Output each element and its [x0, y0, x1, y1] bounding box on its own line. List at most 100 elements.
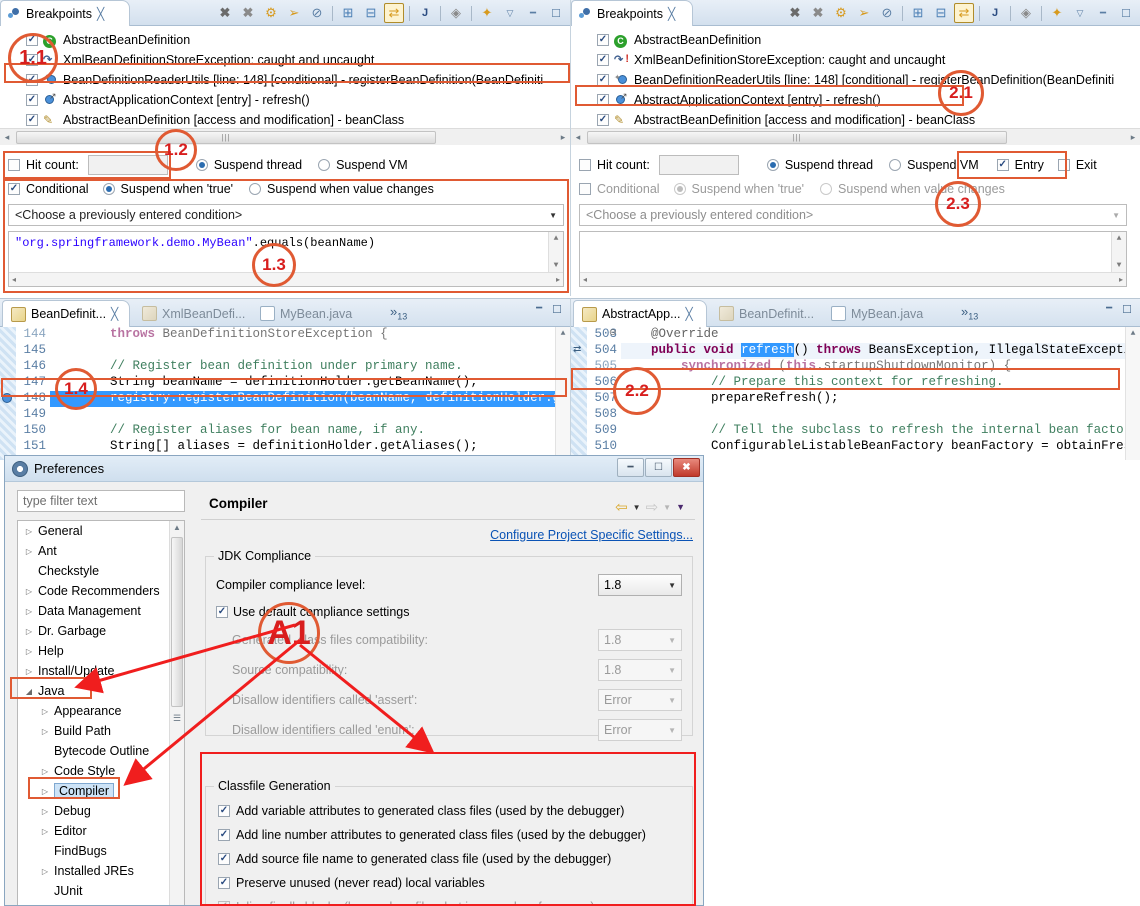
minimize-icon[interactable]: ━ [1106, 303, 1112, 316]
chevron-right-icon[interactable]: ▷ [24, 527, 34, 536]
breakpoint-list-left[interactable]: CAbstractBeanDefinition↷!XmlBeanDefiniti… [0, 26, 570, 130]
back-menu-chevron-down-icon[interactable]: ▼ [633, 503, 641, 512]
preferences-tree-item-compiler[interactable]: ▷ Compiler [18, 781, 168, 801]
preferences-tree-item-code-recommenders[interactable]: ▷ Code Recommenders [18, 581, 168, 601]
scroll-left-arrow[interactable]: ◂ [583, 275, 587, 285]
tab-beandefinitionreaderutils[interactable]: BeanDefinit... ╳ [2, 300, 130, 327]
chevron-down-icon[interactable]: ◢ [24, 687, 34, 696]
suspend-vm-radio[interactable] [889, 159, 902, 171]
code-line[interactable]: // Register aliases for bean name, if an… [50, 423, 570, 439]
hit-count-checkbox[interactable] [579, 159, 591, 171]
chevron-right-icon[interactable]: ▷ [24, 587, 34, 596]
breakpoint-row[interactable]: ↗ AbstractApplicationContext [entry] - re… [0, 90, 570, 110]
condition-hscrollbar[interactable]: ◂ ▸ [580, 272, 1126, 286]
preferences-tree-item-findbugs[interactable]: FindBugs [18, 841, 168, 861]
use-default-compliance-checkbox[interactable] [216, 606, 228, 618]
preferences-tree-nodes[interactable]: ▷ General ▷ Ant Checkstyle ▷ Code Recommenders… [18, 521, 168, 905]
go-to-file-icon[interactable]: ➢ [284, 3, 304, 23]
breakpoint-enabled-checkbox[interactable] [597, 114, 609, 126]
chevron-right-icon[interactable]: ▷ [40, 767, 50, 776]
breakpoint-enabled-checkbox[interactable] [597, 34, 609, 46]
conditional-checkbox[interactable] [8, 183, 20, 195]
minimize-view-icon[interactable]: ━ [523, 3, 543, 23]
chevron-right-icon[interactable]: ▷ [40, 727, 50, 736]
tab-mybean-java[interactable]: MyBean.java [252, 300, 360, 327]
configure-project-specific-settings-link[interactable]: Configure Project Specific Settings... [490, 528, 693, 542]
chevron-right-icon[interactable]: ▷ [40, 807, 50, 816]
collapse-all-icon[interactable]: ⊟ [931, 3, 951, 23]
editor-right-vscrollbar[interactable]: ▲ [1125, 327, 1140, 460]
breakpoint-list-right[interactable]: C AbstractBeanDefinition ↷! XmlBeanDefiniti… [571, 26, 1140, 130]
preferences-tree-item-help[interactable]: ▷ Help [18, 641, 168, 661]
breakpoint-working-sets-icon[interactable]: ✦ [477, 3, 497, 23]
chevron-right-icon[interactable]: ▷ [40, 787, 50, 796]
chevron-right-icon[interactable]: ▷ [24, 547, 34, 556]
preferences-tree-item-bytecode-outline[interactable]: Bytecode Outline [18, 741, 168, 761]
preferences-tree-item-build-path[interactable]: ▷ Build Path [18, 721, 168, 741]
scroll-up-arrow[interactable]: ▲ [170, 521, 184, 532]
working-sets-icon[interactable]: ◈ [446, 3, 466, 23]
code-line[interactable] [50, 343, 570, 359]
classfile-option-row[interactable]: Add line number attributes to generated … [218, 823, 686, 847]
minimize-button[interactable]: ━ [617, 458, 644, 477]
remove-all-breakpoints-icon[interactable]: ✖ [808, 3, 828, 23]
add-java-exception-breakpoint-icon[interactable]: J [985, 3, 1005, 23]
scroll-left-arrow[interactable]: ◂ [12, 275, 16, 285]
breakpoint-list-hscrollbar-left[interactable]: ◂ ||| ▸ [0, 128, 570, 145]
minimize-icon[interactable]: ━ [536, 303, 542, 316]
suspend-vm-radio[interactable] [318, 159, 331, 171]
breakpoint-list-hscrollbar-right[interactable]: ◂ ||| ▸ [571, 128, 1140, 145]
preferences-tree-item-properties-files-e[interactable]: Properties Files E [18, 901, 168, 905]
preferences-tree-item-dr-garbage[interactable]: ▷ Dr. Garbage [18, 621, 168, 641]
scroll-down-arrow[interactable]: ▼ [554, 261, 559, 270]
compliance-level-combo[interactable]: 1.8 ▼ [598, 574, 682, 596]
classfile-option-row[interactable]: Inline finally blocks (larger class file… [218, 895, 686, 906]
minimize-view-icon[interactable]: ━ [1093, 3, 1113, 23]
classfile-option-checkbox[interactable] [218, 877, 230, 889]
preferences-tree-vscrollbar[interactable]: ▲ ☰ [169, 521, 184, 905]
remove-breakpoint-icon[interactable]: ✖ [215, 3, 235, 23]
scroll-up-arrow[interactable]: ▲ [1126, 327, 1140, 338]
chevron-right-icon[interactable]: ▷ [40, 707, 50, 716]
tab-beandefinit[interactable]: BeanDefinit... [711, 300, 822, 327]
line-breakpoint-marker[interactable] [2, 393, 12, 403]
chevron-right-icon[interactable]: ▷ [24, 647, 34, 656]
scroll-up-arrow[interactable]: ▲ [1117, 234, 1122, 243]
preferences-tree-item-editor[interactable]: ▷ Editor [18, 821, 168, 841]
code-line[interactable]: throws BeanDefinitionStoreException { [50, 327, 570, 343]
breakpoint-row[interactable]: ✎ AbstractBeanDefinition [access and modi… [0, 110, 570, 130]
breakpoint-row[interactable]: ✦ BeanDefinitionReaderUtils [line: 148] [… [571, 70, 1140, 90]
tab-mybean-java[interactable]: MyBean.java [823, 300, 931, 327]
preferences-tree-item-java[interactable]: ◢ Java [18, 681, 168, 701]
breakpoint-enabled-checkbox[interactable] [597, 54, 609, 66]
breakpoint-row[interactable]: ↷! XmlBeanDefinitionStoreException: caugh… [571, 50, 1140, 70]
filter-input[interactable]: type filter text [17, 490, 185, 512]
preferences-tree-item-ant[interactable]: ▷ Ant [18, 541, 168, 561]
tree-scroll-thumb[interactable] [171, 537, 183, 707]
code-line[interactable]: String[] aliases = definitionHolder.getA… [50, 439, 570, 455]
link-with-debug-view-icon[interactable]: ⇄ [384, 3, 404, 23]
preferences-tree-item-data-management[interactable]: ▷ Data Management [18, 601, 168, 621]
classfile-option-checkbox[interactable] [218, 853, 230, 865]
preferences-tree-item-debug[interactable]: ▷ Debug [18, 801, 168, 821]
exit-checkbox[interactable] [1057, 159, 1070, 171]
scroll-right-arrow[interactable]: ▸ [1126, 132, 1140, 143]
code-line[interactable]: @Override [621, 327, 1140, 343]
classfile-option-row[interactable]: Add variable attributes to generated cla… [218, 799, 686, 823]
breakpoint-enabled-checkbox[interactable] [597, 94, 609, 106]
editor-left-vscrollbar[interactable]: ▲ [555, 327, 570, 460]
go-to-file-icon[interactable]: ➢ [854, 3, 874, 23]
code-line[interactable]: // Register bean definition under primar… [50, 359, 570, 375]
maximize-view-icon[interactable]: ☐ [1116, 3, 1136, 23]
expand-all-icon[interactable]: ⊞ [908, 3, 928, 23]
remove-breakpoint-icon[interactable]: ✖ [785, 3, 805, 23]
hit-count-input[interactable] [658, 155, 739, 175]
classfile-option-checkbox[interactable] [218, 829, 230, 841]
code-line[interactable]: public void refresh() throws BeansExcept… [621, 343, 1140, 359]
view-menu-icon[interactable]: ▽ [1070, 3, 1090, 23]
collapse-all-icon[interactable]: ⊟ [361, 3, 381, 23]
show-supported-breakpoints-icon[interactable]: ⚙ [831, 3, 851, 23]
maximize-button[interactable]: ☐ [645, 458, 672, 477]
hscroll-thumb[interactable]: ||| [16, 130, 436, 144]
tab-xmlbeandefinition[interactable]: XmlBeanDefi... [134, 300, 253, 327]
